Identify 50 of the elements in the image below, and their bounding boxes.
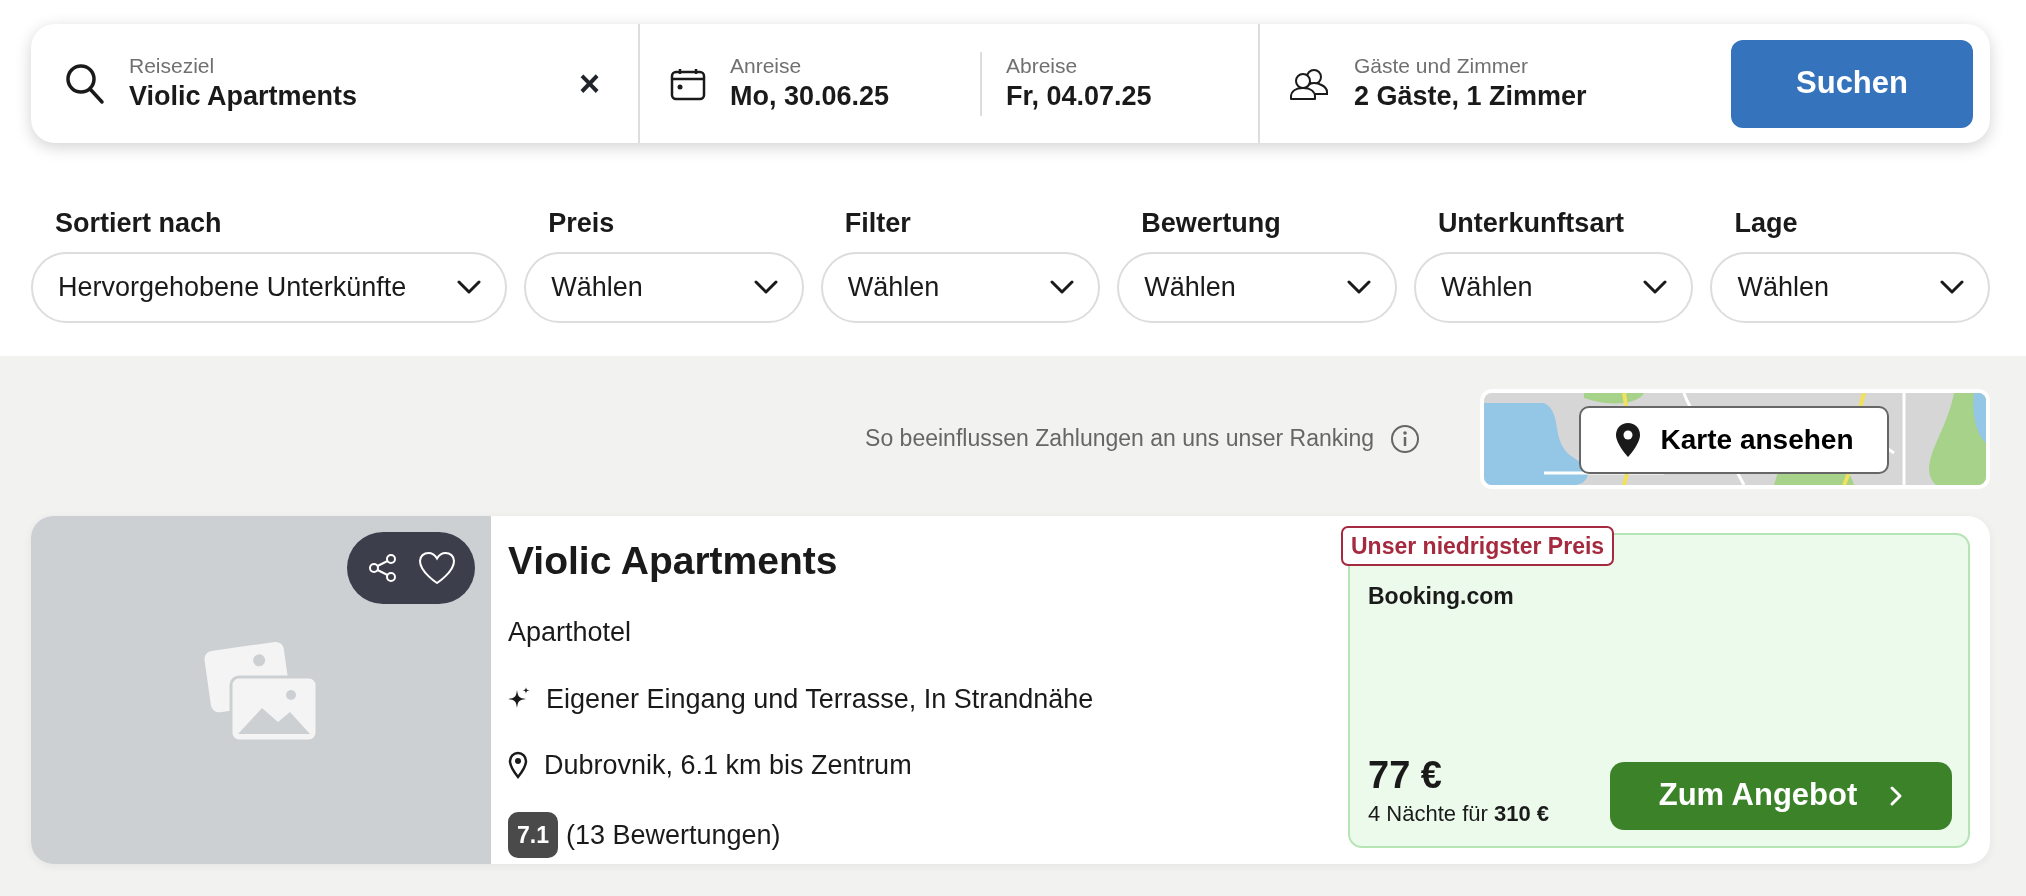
rating-badge: 7.1 [508, 811, 558, 858]
clear-button[interactable]: × [578, 65, 600, 102]
search-icon [65, 62, 105, 105]
favorite-button[interactable] [417, 550, 456, 585]
chevron-down-icon [753, 280, 778, 294]
chevron-down-icon [1346, 280, 1371, 294]
nightly-price: 77 € [1368, 754, 1443, 797]
property-type: Aparthotel [508, 616, 633, 649]
filter-label: Sortiert nach [54, 207, 223, 240]
field-label: Abreise [1006, 53, 1079, 79]
field-value: Violic Apartments [129, 79, 359, 113]
provider-name: Booking.com [1368, 581, 1515, 611]
filter-label: Bewertung [1140, 207, 1282, 240]
calendar-icon [670, 66, 706, 101]
search-button[interactable]: Suchen [1731, 39, 1973, 128]
share-button[interactable] [366, 552, 399, 583]
filter-dropdown[interactable]: Wählen [820, 251, 1101, 323]
filter-dropdown[interactable]: Hervorgehobene Unterkünfte [31, 251, 508, 323]
filter-dropdown[interactable]: Wählen [1413, 251, 1694, 323]
people-icon [1288, 66, 1330, 101]
map-button[interactable]: Karte ansehen [1579, 405, 1889, 474]
lowest-price-badge: Unser niedrigster Preis [1341, 525, 1615, 566]
chevron-down-icon [1939, 280, 1964, 294]
total-price: 4 Nächte für 310 € [1368, 799, 1549, 828]
filter-label: Preis [547, 207, 616, 240]
field-value: Fr, 04.07.25 [1006, 79, 1152, 113]
location-pin-icon [508, 751, 528, 780]
hotel-name[interactable]: Violic Apartments [508, 531, 1332, 590]
chevron-right-icon [1889, 784, 1904, 807]
ranking-link[interactable]: So beeinflussen Zahlungen an uns unser Ranking [865, 421, 1374, 456]
info-icon [1390, 423, 1420, 454]
filter-label: Filter [843, 207, 912, 240]
offer-button[interactable]: Zum Angebot [1610, 761, 1952, 830]
filter-dropdown[interactable]: Wählen [1710, 251, 1990, 323]
filter-dropdown[interactable]: Wählen [1117, 251, 1397, 323]
field-label: Reiseziel [129, 53, 216, 79]
field-label: Anreise [730, 53, 803, 79]
field-label: Gäste und Zimmer [1354, 53, 1529, 79]
location-pin-icon [1614, 421, 1641, 458]
filter-label: Lage [1733, 207, 1799, 240]
review-count[interactable]: (13 Bewertungen) [566, 814, 781, 855]
location-text: Dubrovnik, 6.1 km bis Zentrum [544, 749, 912, 782]
filter-label: Unterkunftsart [1436, 207, 1625, 240]
field-value: 2 Gäste, 1 Zimmer [1354, 79, 1588, 113]
chevron-down-icon [457, 280, 482, 294]
chevron-down-icon [1050, 280, 1075, 294]
chevron-down-icon [1643, 280, 1668, 294]
field-value: Mo, 30.06.25 [730, 79, 891, 113]
filter-dropdown[interactable]: Wählen [524, 251, 804, 323]
feature-text: Eigener Eingang und Terrasse, In Strandnähe [546, 682, 1094, 716]
